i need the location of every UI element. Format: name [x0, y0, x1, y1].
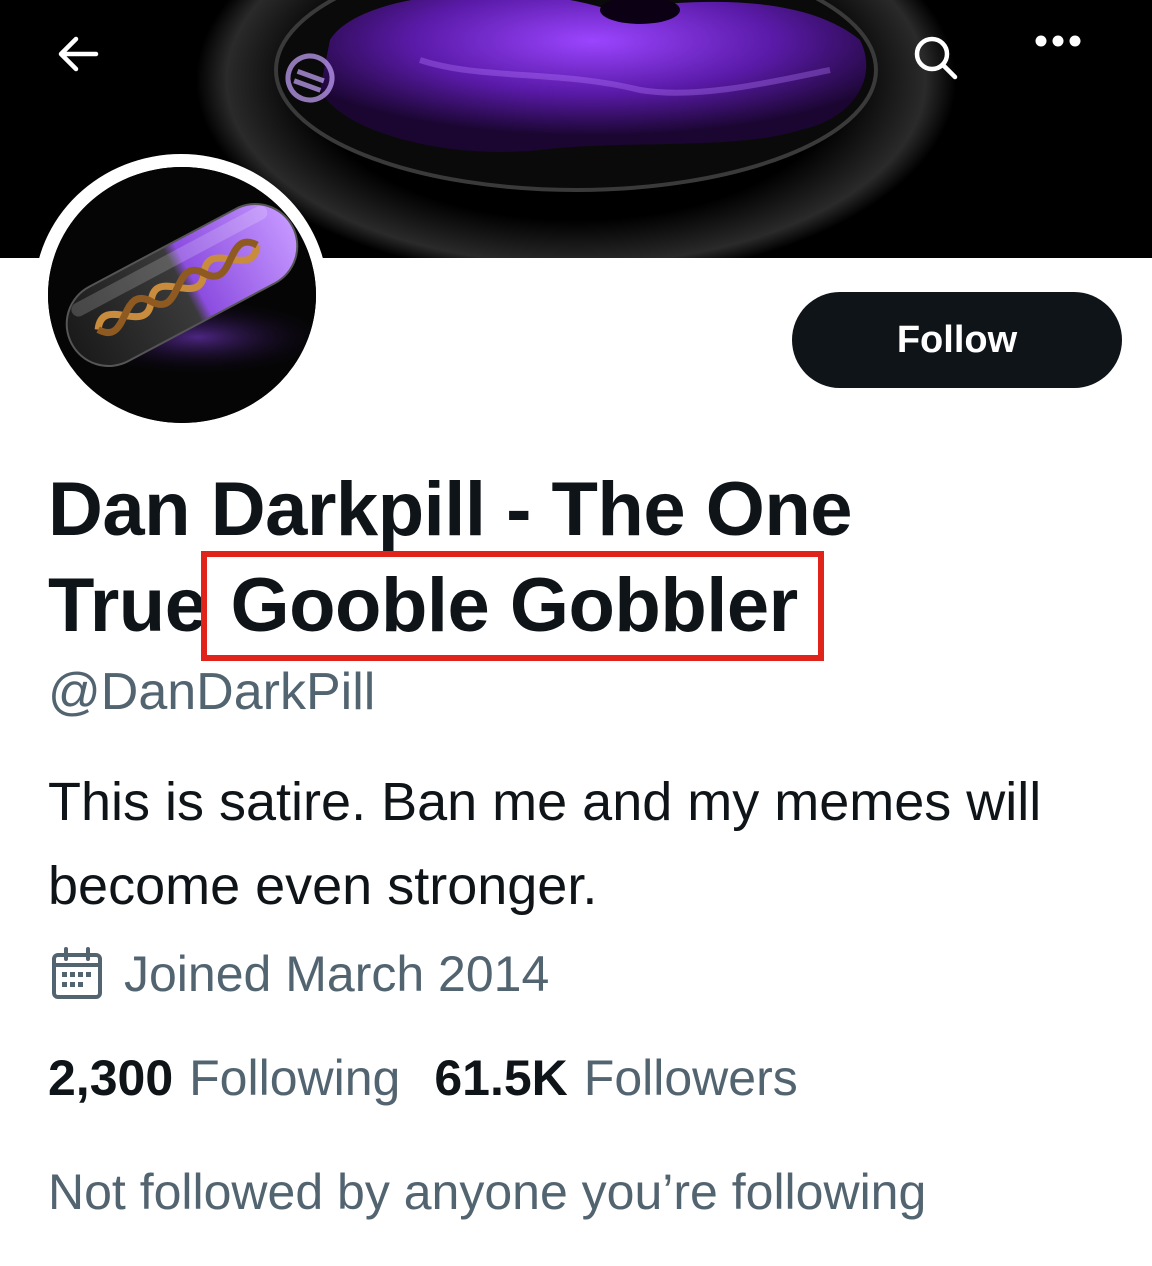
search-icon [914, 36, 958, 80]
profile-bio: This is satire. Ban me and my memes will… [48, 772, 1042, 916]
follow-stats: 2,300 Following 61.5K Followers [48, 1040, 832, 1116]
following-count: 2,300 [48, 1050, 174, 1106]
mutual-followers-text: Not followed by anyone you’re following [48, 1164, 927, 1220]
calendar-icon [52, 947, 102, 999]
avatar-frame[interactable] [34, 154, 328, 436]
followers-link[interactable]: 61.5K Followers [434, 1040, 797, 1116]
following-label: Following [189, 1050, 401, 1106]
highlighted-name-box: Gooble Gobbler [200, 551, 824, 661]
display-name-part1: Dan Darkpill - The One [48, 467, 853, 552]
follow-button[interactable]: Follow [792, 292, 1122, 388]
join-date-text: Joined March 2014 [124, 946, 550, 1002]
username-handle: @DanDarkPill [48, 663, 376, 721]
more-button[interactable] [1034, 34, 1114, 114]
followers-label: Followers [583, 1050, 798, 1106]
back-arrow-icon [58, 36, 99, 72]
followers-count: 61.5K [434, 1050, 568, 1106]
back-button[interactable] [56, 34, 136, 114]
following-link[interactable]: 2,300 Following [48, 1040, 400, 1116]
join-date: Joined March 2014 [48, 936, 549, 1012]
display-name-part2: True [48, 563, 207, 648]
display-name: Dan Darkpill - The One True Gooble Gobble… [48, 462, 1108, 661]
avatar-image [48, 167, 316, 423]
more-icon [1035, 35, 1081, 47]
avatar[interactable] [48, 167, 316, 423]
search-button[interactable] [912, 34, 992, 114]
